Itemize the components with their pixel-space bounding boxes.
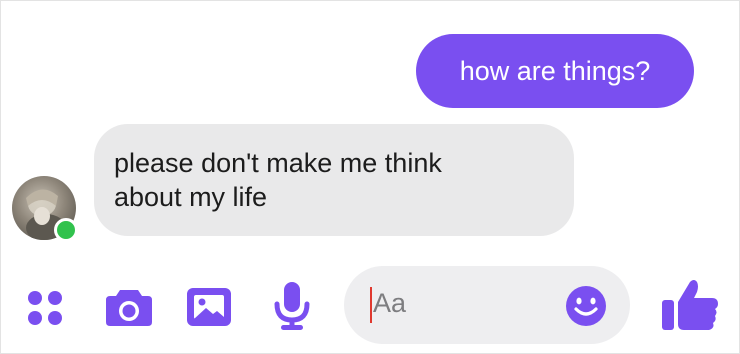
menu-dots-icon[interactable]	[24, 286, 68, 330]
incoming-message-line: about my life	[114, 182, 268, 212]
text-caret	[370, 287, 372, 323]
message-thread: how are things? please don't make me thi…	[0, 0, 740, 250]
online-status-indicator	[54, 218, 78, 242]
outgoing-message-bubble[interactable]: how are things?	[416, 34, 694, 108]
incoming-message-line: please don't make me think	[114, 148, 442, 178]
microphone-icon[interactable]	[272, 280, 312, 332]
gallery-icon[interactable]	[184, 284, 234, 330]
outgoing-message-text: how are things?	[459, 56, 651, 86]
incoming-message-bubble[interactable]: please don't make me think about my life	[94, 124, 574, 236]
message-input-placeholder: Aa	[373, 288, 407, 318]
camera-icon[interactable]	[104, 284, 154, 330]
thumbs-up-icon[interactable]	[660, 276, 720, 332]
emoji-icon[interactable]	[564, 284, 608, 328]
